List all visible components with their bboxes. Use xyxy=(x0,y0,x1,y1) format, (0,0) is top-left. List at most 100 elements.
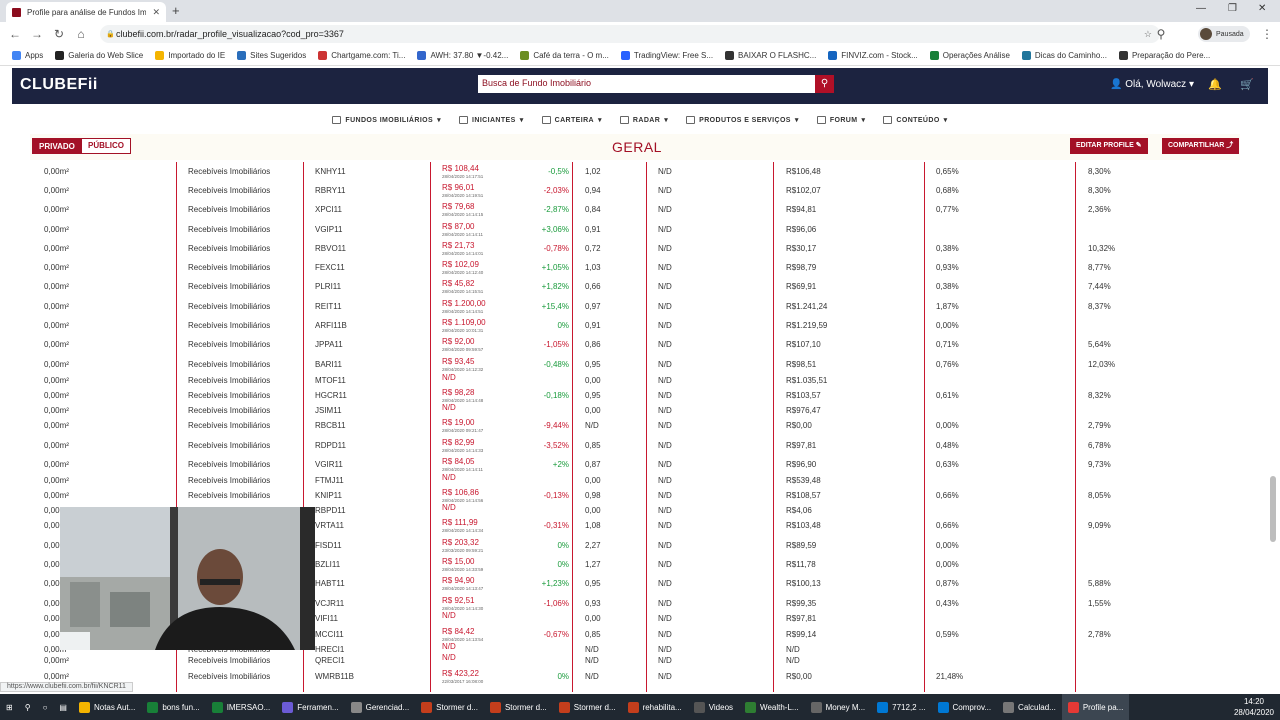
taskbar-app[interactable]: bons fun... xyxy=(141,694,205,720)
ticker-cell[interactable]: VGIR11 xyxy=(315,457,343,473)
menu-item-radar[interactable]: RADAR ▾ xyxy=(619,110,668,130)
table-row[interactable]: 0,00m² Recebíveis Imobiliários KNHY11 R$ 10… xyxy=(34,164,1236,180)
back-icon[interactable]: ← xyxy=(4,27,26,41)
notification-bell-icon[interactable]: 🔔 xyxy=(1208,78,1222,91)
ticker-cell[interactable]: ARFI11B xyxy=(315,318,347,334)
ticker-cell[interactable]: HGCR11 xyxy=(315,388,347,404)
browser-tab[interactable]: Profile para análise de Fundos Im ✕ xyxy=(6,2,166,22)
table-row[interactable]: 0,00m² Recebíveis Imobiliários RDPD11 R$ 82… xyxy=(34,438,1236,454)
ticker-cell[interactable]: BARI11 xyxy=(315,357,342,373)
public-button[interactable]: PÚBLICO xyxy=(81,138,131,154)
share-button[interactable]: COMPARTILHAR ⤴ xyxy=(1162,138,1240,154)
site-logo[interactable]: CLUBEFii xyxy=(20,76,98,94)
taskbar-app[interactable]: rehabilita... xyxy=(622,694,688,720)
taskbar-app[interactable]: Videos xyxy=(688,694,739,720)
ticker-cell[interactable]: RBCB11 xyxy=(315,418,346,434)
search-icon[interactable]: ⚲ xyxy=(19,694,37,720)
menu-item-carteira[interactable]: CARTEIRA ▾ xyxy=(541,110,602,130)
taskbar-app[interactable]: Calculad... xyxy=(997,694,1062,720)
bookmark-item[interactable]: AWH: 37.80 ▼-0.42... xyxy=(417,51,508,60)
bookmark-item[interactable]: Preparação do Pere... xyxy=(1118,51,1210,60)
table-row[interactable]: 0,00m² Recebíveis Imobiliários VGIP11 R$ 87… xyxy=(34,222,1236,238)
close-window-icon[interactable]: ✕ xyxy=(1258,3,1266,14)
system-clock[interactable]: 14:20 28/04/2020 xyxy=(1234,696,1274,718)
table-row[interactable]: 0,00m² Recebíveis Imobiliários JSIM11 N/D 0,… xyxy=(34,403,1236,419)
ticker-cell[interactable]: BZLI11 xyxy=(315,557,340,573)
taskbar-app[interactable]: IMERSAO... xyxy=(206,694,277,720)
table-row[interactable]: 0,00m² Recebíveis Imobiliários PLRI11 R$ 45… xyxy=(34,279,1236,295)
bookmark-item[interactable]: FINVIZ.com - Stock... xyxy=(828,51,918,60)
taskbar-app[interactable]: Notas Aut... xyxy=(73,694,141,720)
ticker-cell[interactable]: REIT11 xyxy=(315,299,342,315)
ticker-cell[interactable]: HABT11 xyxy=(315,576,345,592)
bookmark-item[interactable]: Galeria do Web Slice xyxy=(55,51,143,60)
table-row[interactable]: 0,00m² Recebíveis Imobiliários WMRB11B R$ 4… xyxy=(34,669,1236,685)
edit-profile-button[interactable]: EDITAR PROFILE ✎ xyxy=(1070,138,1148,154)
bookmark-item[interactable]: Operações Análise xyxy=(929,51,1010,60)
ticker-cell[interactable]: VIFI11 xyxy=(315,611,338,627)
start-windows-icon[interactable]: ⊞ xyxy=(0,694,19,720)
ticker-cell[interactable]: FTMJ11 xyxy=(315,473,344,489)
taskbar-app[interactable]: 7712,2 ... xyxy=(871,694,931,720)
table-row[interactable]: 0,00m² Recebíveis Imobiliários REIT11 R$ 1.… xyxy=(34,299,1236,315)
taskbar-app[interactable]: Stormer d... xyxy=(415,694,484,720)
ticker-cell[interactable]: JSIM11 xyxy=(315,403,342,419)
cart-icon[interactable]: 🛒 xyxy=(1240,78,1254,91)
table-row[interactable]: 0,00m² Recebíveis Imobiliários QRECI1 N/D N/… xyxy=(34,653,1236,669)
taskview-icon[interactable]: ▤ xyxy=(53,694,73,720)
ticker-cell[interactable]: RBVO11 xyxy=(315,241,346,257)
bookmark-apps[interactable]: Apps xyxy=(12,51,43,60)
page-scrollbar[interactable] xyxy=(1270,476,1276,542)
close-tab-icon[interactable]: ✕ xyxy=(152,7,160,18)
taskbar-app[interactable]: Ferramen... xyxy=(276,694,344,720)
taskbar-app[interactable]: Stormer d... xyxy=(484,694,553,720)
minimize-icon[interactable]: — xyxy=(1196,3,1206,14)
table-row[interactable]: 0,00m² Recebíveis Imobiliários MTOF11 N/D 0,… xyxy=(34,373,1236,389)
private-button[interactable]: PRIVADO xyxy=(32,138,82,154)
bookmark-item[interactable]: Chartgame.com: Ti... xyxy=(318,51,405,60)
forward-icon[interactable]: → xyxy=(26,27,48,41)
taskbar-app[interactable]: Money M... xyxy=(805,694,872,720)
table-row[interactable]: 0,00m² Recebíveis Imobiliários FTMJ11 N/D 0,… xyxy=(34,473,1236,489)
profile-button[interactable]: Pausada xyxy=(1198,26,1250,42)
ticker-cell[interactable]: RBPD11 xyxy=(315,503,346,519)
table-row[interactable]: 0,00m² Recebíveis Imobiliários FEXC11 R$ 10… xyxy=(34,260,1236,276)
table-row[interactable]: 0,00m² Recebíveis Imobiliários HGCR11 R$ 98… xyxy=(34,388,1236,404)
table-row[interactable]: 0,00m² Recebíveis Imobiliários RBVO11 R$ 21… xyxy=(34,241,1236,257)
bookmark-item[interactable]: TradingView: Free S... xyxy=(620,51,713,60)
restore-icon[interactable]: ❐ xyxy=(1228,3,1237,14)
menu-item-iniciantes[interactable]: INICIANTES ▾ xyxy=(459,110,524,130)
table-row[interactable]: 0,00m² Recebíveis Imobiliários ARFI11B R$ 1… xyxy=(34,318,1236,334)
taskbar-app[interactable]: Wealth-L... xyxy=(739,694,805,720)
bookmark-item[interactable]: Café da terra - O m... xyxy=(520,51,609,60)
ticker-cell[interactable]: MTOF11 xyxy=(315,373,346,389)
taskbar-app[interactable]: Stormer d... xyxy=(553,694,622,720)
ticker-cell[interactable]: MCCI11 xyxy=(315,627,344,643)
taskbar-app[interactable]: Comprov... xyxy=(932,694,998,720)
table-row[interactable]: 0,00m² Recebíveis Imobiliários XPCI11 R$ 79… xyxy=(34,202,1236,218)
ticker-cell[interactable]: QRECI1 xyxy=(315,653,345,669)
table-row[interactable]: 0,00m² Recebíveis Imobiliários VGIR11 R$ 84… xyxy=(34,457,1236,473)
reload-icon[interactable]: ↻ xyxy=(48,27,70,41)
cortana-icon[interactable]: ○ xyxy=(37,694,54,720)
search-input[interactable]: Busca de Fundo Imobiliário xyxy=(478,75,815,93)
new-tab-icon[interactable]: + xyxy=(172,3,180,18)
user-greeting[interactable]: 👤 Olá, Wolwacz ▾ xyxy=(1110,79,1194,90)
table-row[interactable]: 0,00m² Recebíveis Imobiliários RBRY11 R$ 96… xyxy=(34,183,1236,199)
taskbar-app[interactable]: Profile pa... xyxy=(1061,694,1130,720)
zoom-icon[interactable]: ⚲ xyxy=(1150,27,1172,41)
bookmark-item[interactable]: Sites Sugeridos xyxy=(237,51,306,60)
bookmark-item[interactable]: BAIXAR O FLASHC... xyxy=(725,51,816,60)
table-row[interactable]: 0,00m² Recebíveis Imobiliários JPPA11 R$ 92… xyxy=(34,337,1236,353)
home-icon[interactable]: ⌂ xyxy=(70,27,92,41)
ticker-cell[interactable]: RBRY11 xyxy=(315,183,345,199)
menu-item-fundos[interactable]: FUNDOS IMOBILIÁRIOS ▾ xyxy=(332,110,441,130)
ticker-cell[interactable]: WMRB11B xyxy=(315,669,354,685)
ticker-cell[interactable]: VRTA11 xyxy=(315,518,344,534)
ticker-cell[interactable]: RDPD11 xyxy=(315,438,346,454)
menu-item-produtos[interactable]: PRODUTOS E SERVIÇOS ▾ xyxy=(686,110,799,130)
menu-item-forum[interactable]: FORUM ▾ xyxy=(816,110,866,130)
table-row[interactable]: 0,00m² Recebíveis Imobiliários BARI11 R$ 93… xyxy=(34,357,1236,373)
table-row[interactable]: 0,00m² Recebíveis Imobiliários KNIP11 R$ 10… xyxy=(34,488,1236,504)
ticker-cell[interactable]: PLRI11 xyxy=(315,279,341,295)
